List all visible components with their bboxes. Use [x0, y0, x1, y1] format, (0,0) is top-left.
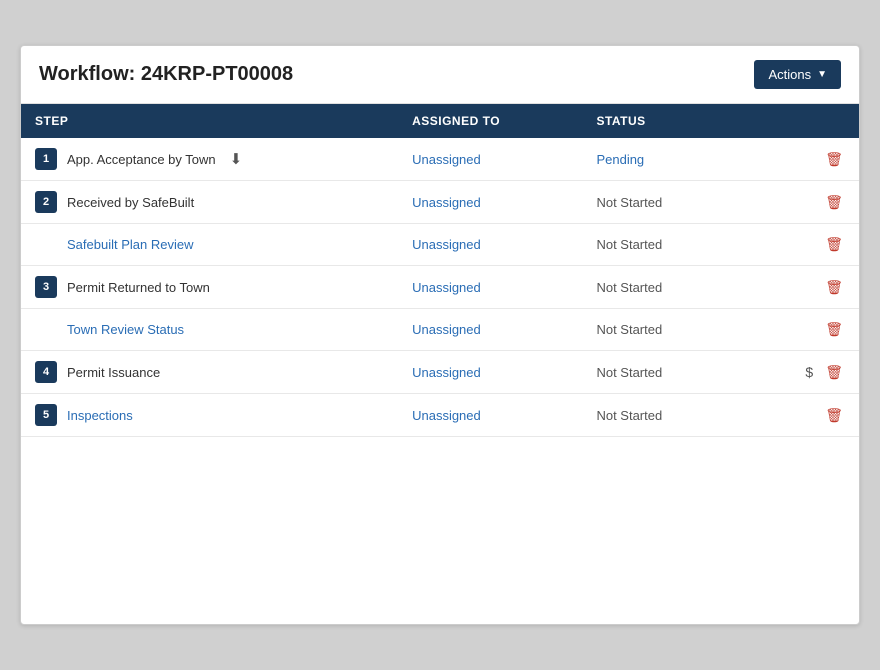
download-icon[interactable]: ⬇	[230, 150, 243, 168]
assigned-cell: Unassigned	[398, 266, 582, 309]
status-text: Not Started	[596, 195, 662, 210]
status-text: Not Started	[596, 237, 662, 252]
assigned-cell: Unassigned	[398, 138, 582, 181]
assigned-link[interactable]: Unassigned	[412, 195, 481, 210]
dollar-button[interactable]: $	[803, 362, 815, 382]
status-text: Not Started	[596, 365, 662, 380]
table-row: 2 Received by SafeBuilt Unassigned Not Star…	[21, 181, 859, 224]
assigned-link[interactable]: Unassigned	[412, 408, 481, 423]
actions-cell: 🗑	[750, 309, 859, 351]
actions-cell: 🗑	[750, 224, 859, 266]
step-cell: Safebuilt Plan Review	[21, 224, 398, 266]
assigned-cell: Unassigned	[398, 351, 582, 394]
table-row: 1 App. Acceptance by Town ⬇ Unassigned Pendi…	[21, 138, 859, 181]
column-header-assigned: ASSIGNED TO	[398, 104, 582, 138]
step-name-text: Permit Returned to Town	[67, 280, 210, 295]
step-name-link[interactable]: Safebuilt Plan Review	[67, 237, 193, 252]
status-cell: Not Started	[582, 266, 750, 309]
step-name-text: App. Acceptance by Town	[67, 152, 216, 167]
status-text: Not Started	[596, 280, 662, 295]
main-container: Workflow: 24KRP-PT00008 Actions ▼ STEP A…	[20, 45, 860, 625]
assigned-link[interactable]: Unassigned	[412, 322, 481, 337]
status-cell: Not Started	[582, 394, 750, 437]
status-cell: Not Started	[582, 309, 750, 351]
delete-button[interactable]: 🗑	[823, 192, 845, 213]
step-name-link[interactable]: Town Review Status	[67, 322, 184, 337]
assigned-cell: Unassigned	[398, 394, 582, 437]
step-name-link[interactable]: Inspections	[67, 408, 133, 423]
step-badge: 3	[35, 276, 57, 298]
assigned-cell: Unassigned	[398, 224, 582, 266]
delete-button[interactable]: 🗑	[823, 405, 845, 426]
actions-button[interactable]: Actions ▼	[754, 60, 841, 89]
table-header-row: STEP ASSIGNED TO STATUS	[21, 104, 859, 138]
delete-button[interactable]: 🗑	[823, 234, 845, 255]
step-badge: 2	[35, 191, 57, 213]
actions-cell: 🗑	[750, 138, 859, 181]
table-row: 4Permit IssuanceUnassignedNot Started$🗑	[21, 351, 859, 394]
assigned-cell: Unassigned	[398, 181, 582, 224]
actions-cell: $🗑	[750, 351, 859, 394]
table-row: 3 Permit Returned to Town Unassigned Not St…	[21, 266, 859, 309]
column-header-actions	[750, 104, 859, 138]
column-header-step: STEP	[21, 104, 398, 138]
assigned-link[interactable]: Unassigned	[412, 152, 481, 167]
page-header: Workflow: 24KRP-PT00008 Actions ▼	[21, 46, 859, 104]
step-badge: 4	[35, 361, 57, 383]
assigned-link[interactable]: Unassigned	[412, 365, 481, 380]
step-cell: 5 Inspections	[21, 394, 398, 437]
step-badge: 1	[35, 148, 57, 170]
status-cell: Not Started	[582, 351, 750, 394]
column-header-status: STATUS	[582, 104, 750, 138]
workflow-table: STEP ASSIGNED TO STATUS 1 App. Acceptance…	[21, 104, 859, 437]
step-badge: 5	[35, 404, 57, 426]
actions-cell: 🗑	[750, 181, 859, 224]
table-row: 5 Inspections Unassigned Not Started 🗑	[21, 394, 859, 437]
status-link[interactable]: Pending	[596, 152, 644, 167]
step-cell: Town Review Status	[21, 309, 398, 351]
actions-cell: 🗑	[750, 266, 859, 309]
chevron-down-icon: ▼	[817, 69, 827, 80]
step-cell: 3 Permit Returned to Town	[21, 266, 398, 309]
step-name-text: Permit Issuance	[67, 365, 160, 380]
step-cell: 2 Received by SafeBuilt	[21, 181, 398, 224]
assigned-link[interactable]: Unassigned	[412, 237, 481, 252]
page-title: Workflow: 24KRP-PT00008	[39, 63, 293, 86]
actions-cell: 🗑	[750, 394, 859, 437]
delete-button[interactable]: 🗑	[823, 149, 845, 170]
step-name-text: Received by SafeBuilt	[67, 195, 194, 210]
step-cell: 4 Permit Issuance	[21, 351, 398, 394]
delete-button[interactable]: 🗑	[823, 319, 845, 340]
status-text: Not Started	[596, 408, 662, 423]
delete-button[interactable]: 🗑	[823, 277, 845, 298]
status-cell: Not Started	[582, 181, 750, 224]
status-cell: Pending	[582, 138, 750, 181]
status-text: Not Started	[596, 322, 662, 337]
assigned-link[interactable]: Unassigned	[412, 280, 481, 295]
table-row: Town Review Status Unassigned Not Started 🗑	[21, 309, 859, 351]
step-cell: 1 App. Acceptance by Town ⬇	[21, 138, 398, 181]
delete-button[interactable]: 🗑	[823, 362, 845, 383]
table-row: Safebuilt Plan Review Unassigned Not Start…	[21, 224, 859, 266]
status-cell: Not Started	[582, 224, 750, 266]
assigned-cell: Unassigned	[398, 309, 582, 351]
